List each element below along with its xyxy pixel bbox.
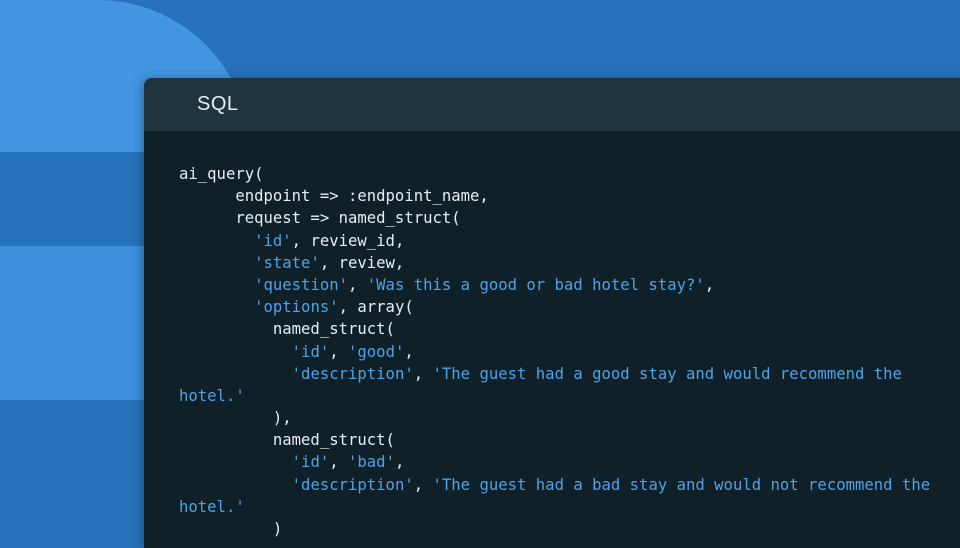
code-line: endpoint => :endpoint_name, xyxy=(179,185,960,207)
code-text: ai_query( xyxy=(179,165,264,183)
code-string-literal: hotel.' xyxy=(179,497,245,516)
code-text: , xyxy=(329,453,349,472)
code-block[interactable]: ai_query( endpoint => :endpoint_name, re… xyxy=(144,131,960,540)
code-line: ) xyxy=(179,518,960,540)
code-string-literal: 'id' xyxy=(254,231,292,250)
code-line: 'id', 'bad', xyxy=(179,451,960,473)
code-string-literal: 'The guest had a bad stay and would not … xyxy=(432,475,931,494)
code-line: hotel.' xyxy=(179,385,960,407)
code-string-literal: 'description' xyxy=(291,475,414,494)
code-string-literal: 'description' xyxy=(291,364,414,383)
code-text: , xyxy=(329,342,349,361)
code-text: , review_id, xyxy=(291,231,405,250)
code-text: request => named_struct( xyxy=(179,209,461,228)
language-label: SQL xyxy=(197,93,239,115)
code-text: , review, xyxy=(319,253,405,272)
code-text: ) xyxy=(179,520,283,538)
code-line: 'id', review_id, xyxy=(179,230,960,252)
code-window: SQL ai_query( endpoint => :endpoint_name… xyxy=(144,78,960,548)
code-text: , xyxy=(404,342,414,361)
code-line: 'state', review, xyxy=(179,252,960,274)
code-text: , xyxy=(348,275,367,294)
code-line: 'question', 'Was this a good or bad hote… xyxy=(179,274,960,296)
code-string-literal: 'Was this a good or bad hotel stay?' xyxy=(366,275,705,294)
code-line: ), xyxy=(179,407,960,429)
code-text: , xyxy=(704,275,715,294)
code-line: named_struct( xyxy=(179,318,960,340)
code-text: , xyxy=(413,364,433,383)
code-string-literal: 'good' xyxy=(348,342,405,361)
code-text: , xyxy=(413,475,433,494)
code-string-literal: 'options' xyxy=(254,298,339,317)
code-text: ), xyxy=(179,409,292,428)
code-text: , xyxy=(394,453,405,472)
code-line: 'description', 'The guest had a bad stay… xyxy=(179,474,960,496)
code-line: request => named_struct( xyxy=(179,207,960,229)
code-text: , array( xyxy=(338,298,414,317)
code-line: named_struct( xyxy=(179,429,960,451)
code-string-literal: hotel.' xyxy=(179,386,245,405)
code-text: named_struct( xyxy=(179,431,395,450)
code-text: named_struct( xyxy=(179,320,395,339)
code-line: hotel.' xyxy=(179,496,960,518)
code-line: ai_query( xyxy=(179,163,960,185)
code-string-literal: 'id' xyxy=(291,453,330,472)
code-string-literal: 'id' xyxy=(291,342,330,361)
code-text: endpoint => :endpoint_name, xyxy=(179,187,489,206)
code-string-literal: 'question' xyxy=(254,275,348,294)
code-string-literal: 'The guest had a good stay and would rec… xyxy=(432,364,902,383)
code-line: 'description', 'The guest had a good sta… xyxy=(179,363,960,385)
code-string-literal: 'state' xyxy=(254,253,320,272)
code-line: 'options', array( xyxy=(179,296,960,318)
code-string-literal: 'bad' xyxy=(348,453,395,472)
code-window-header: SQL xyxy=(144,78,960,131)
code-line: 'id', 'good', xyxy=(179,341,960,363)
